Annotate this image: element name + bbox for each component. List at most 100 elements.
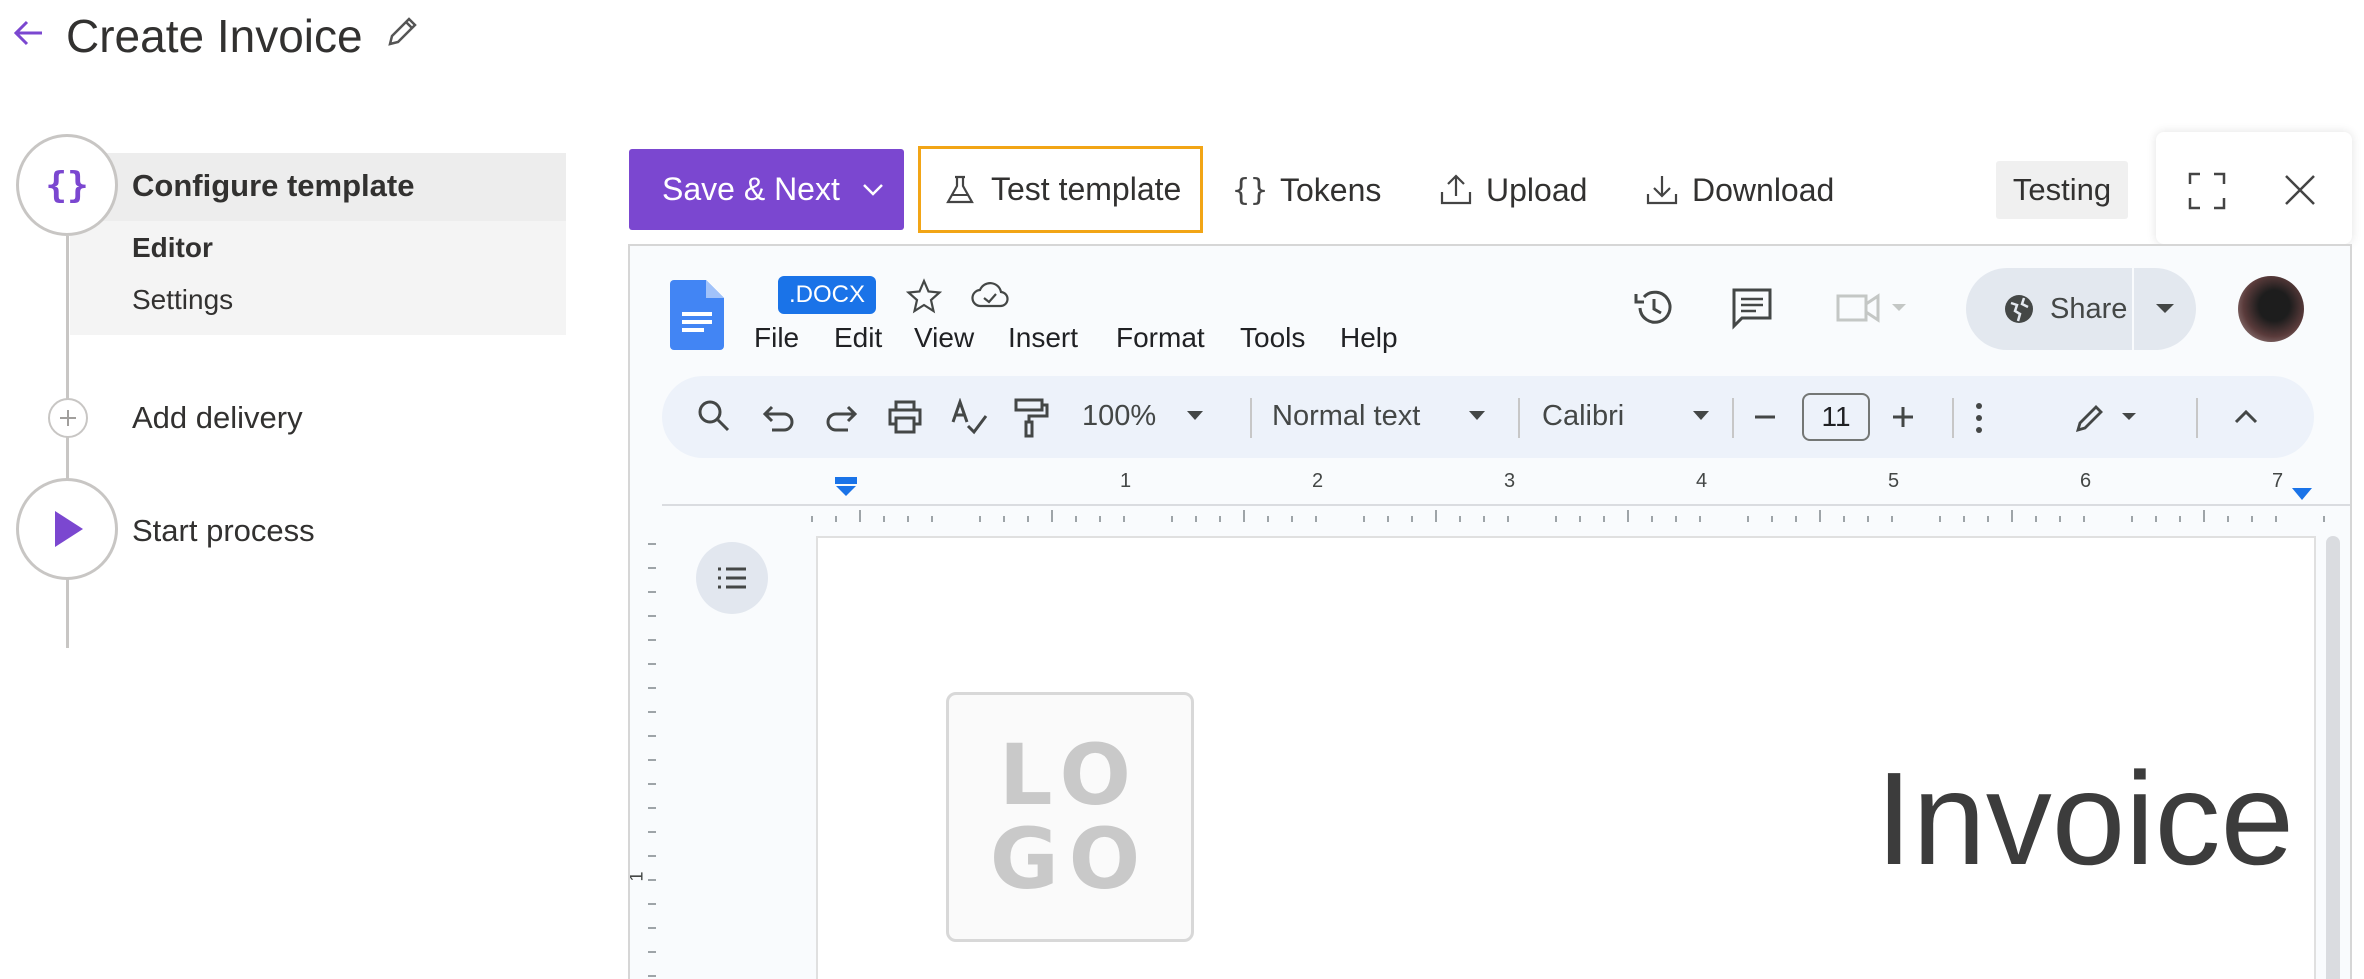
editing-mode-icon[interactable] xyxy=(2072,398,2142,436)
menu-insert[interactable]: Insert xyxy=(1008,322,1078,354)
undo-icon[interactable] xyxy=(762,400,796,434)
step1-circle[interactable]: {} xyxy=(16,134,118,236)
decrease-font-size-icon[interactable] xyxy=(1752,404,1778,430)
step1-subitem-settings[interactable]: Settings xyxy=(132,284,233,316)
ruler-label: 2 xyxy=(1312,470,1324,492)
cloud-saved-icon[interactable] xyxy=(970,278,1010,314)
zoom-select[interactable]: 100% xyxy=(1082,400,1156,433)
ruler-label: 1 xyxy=(1120,470,1132,492)
ruler-indent-marker[interactable] xyxy=(834,476,858,498)
toolbar-divider xyxy=(1732,398,1734,438)
logo-placeholder: LO GO xyxy=(946,692,1194,942)
play-icon xyxy=(55,511,83,547)
svg-text:{}: {} xyxy=(1232,173,1268,208)
back-arrow-icon[interactable] xyxy=(12,16,46,50)
avatar[interactable] xyxy=(2238,276,2304,342)
menu-help[interactable]: Help xyxy=(1340,322,1398,354)
spellcheck-icon[interactable] xyxy=(950,398,988,436)
upload-button[interactable]: Upload xyxy=(1438,160,1587,220)
ruler-baseline xyxy=(662,504,2350,506)
video-call-icon[interactable] xyxy=(1836,290,1914,326)
stepper-line xyxy=(66,236,69,648)
document-editor-frame: .DOCX File Edit View Insert Format Tools… xyxy=(628,244,2352,979)
download-button[interactable]: Download xyxy=(1644,160,1834,220)
ruler-label: 6 xyxy=(2080,470,2092,492)
menu-edit[interactable]: Edit xyxy=(834,322,882,354)
fullscreen-icon[interactable] xyxy=(2188,172,2226,210)
upload-icon xyxy=(1440,174,1472,205)
step1-label[interactable]: Configure template xyxy=(132,168,414,204)
list-icon xyxy=(718,567,746,589)
invoice-heading: Invoice xyxy=(1875,745,2294,892)
save-next-button[interactable]: Save & Next xyxy=(629,149,904,230)
step3-label[interactable]: Start process xyxy=(132,513,315,549)
step1-subitem-editor[interactable]: Editor xyxy=(132,232,213,264)
step2-circle[interactable] xyxy=(48,398,88,438)
scrollbar[interactable] xyxy=(2326,536,2340,979)
test-template-label: Test template xyxy=(991,171,1182,207)
font-select[interactable]: Calibri xyxy=(1542,400,1624,433)
increase-font-size-icon[interactable] xyxy=(1890,404,1916,430)
ruler-label: 3 xyxy=(1504,470,1516,492)
history-icon[interactable] xyxy=(1632,286,1676,330)
page-title: Create Invoice xyxy=(66,10,363,62)
close-icon[interactable] xyxy=(2282,172,2318,208)
pencil-icon[interactable] xyxy=(384,14,420,50)
share-button[interactable]: Share xyxy=(1966,268,2132,350)
menu-view[interactable]: View xyxy=(914,322,974,354)
logo-text-line: GO xyxy=(989,810,1151,908)
download-icon xyxy=(1646,176,1678,205)
document-outline-button[interactable] xyxy=(696,542,768,614)
upload-label: Upload xyxy=(1486,171,1588,208)
docs-logo-icon xyxy=(670,280,724,350)
chevron-down-icon xyxy=(863,184,883,196)
more-options-icon[interactable] xyxy=(1972,400,1986,436)
menu-file[interactable]: File xyxy=(754,322,799,354)
ruler-label: 7 xyxy=(2272,470,2284,492)
vertical-ruler[interactable] xyxy=(640,536,656,979)
search-menus-icon[interactable] xyxy=(696,398,732,434)
comments-icon[interactable] xyxy=(1730,286,1774,330)
logo-text-line: LO xyxy=(999,726,1141,824)
font-caret-icon[interactable] xyxy=(1692,410,1710,422)
share-dropdown-button[interactable] xyxy=(2134,268,2196,350)
toolbar-divider xyxy=(1952,398,1954,438)
toolbar-divider xyxy=(2196,398,2198,438)
share-label: Share xyxy=(2050,292,2128,325)
paragraph-style-select[interactable]: Normal text xyxy=(1272,400,1420,433)
save-next-label: Save & Next xyxy=(662,171,840,207)
formatting-toolbar: 100% Normal text Calibri 11 xyxy=(662,376,2314,458)
vertical-ruler-label: 1 xyxy=(628,871,647,882)
redo-icon[interactable] xyxy=(824,400,858,434)
menu-format[interactable]: Format xyxy=(1116,322,1205,354)
flask-icon xyxy=(946,175,974,203)
file-type-badge: .DOCX xyxy=(778,276,876,314)
paint-format-icon[interactable] xyxy=(1012,396,1050,438)
style-caret-icon[interactable] xyxy=(1468,410,1486,422)
zoom-caret-icon[interactable] xyxy=(1186,410,1204,422)
toolbar-divider xyxy=(1518,398,1520,438)
chevron-up-icon[interactable] xyxy=(2232,404,2260,430)
caret-down-icon xyxy=(2156,304,2174,313)
globe-icon xyxy=(2005,295,2033,323)
ruler-right-margin-marker[interactable] xyxy=(2290,486,2314,502)
step2-label[interactable]: Add delivery xyxy=(132,400,303,436)
ruler-label: 5 xyxy=(1888,470,1900,492)
window-controls xyxy=(2156,132,2352,244)
status-badge: Testing xyxy=(1996,161,2128,219)
tokens-label: Tokens xyxy=(1280,171,1382,208)
print-icon[interactable] xyxy=(886,398,924,436)
document-page[interactable]: LO GO Invoice xyxy=(816,536,2316,979)
step3-circle[interactable] xyxy=(16,478,118,580)
toolbar-divider xyxy=(1250,398,1252,438)
tokens-button[interactable]: {} Tokens xyxy=(1232,160,1381,220)
svg-text:{}: {} xyxy=(45,165,88,206)
horizontal-ruler[interactable] xyxy=(662,504,2352,524)
ruler-label: 4 xyxy=(1696,470,1708,492)
font-size-input[interactable]: 11 xyxy=(1802,393,1870,441)
test-template-button[interactable]: Test template xyxy=(918,146,1203,233)
star-icon[interactable] xyxy=(906,278,942,314)
braces-icon: {} xyxy=(1232,173,1268,208)
download-label: Download xyxy=(1692,171,1835,208)
menu-tools[interactable]: Tools xyxy=(1240,322,1305,354)
